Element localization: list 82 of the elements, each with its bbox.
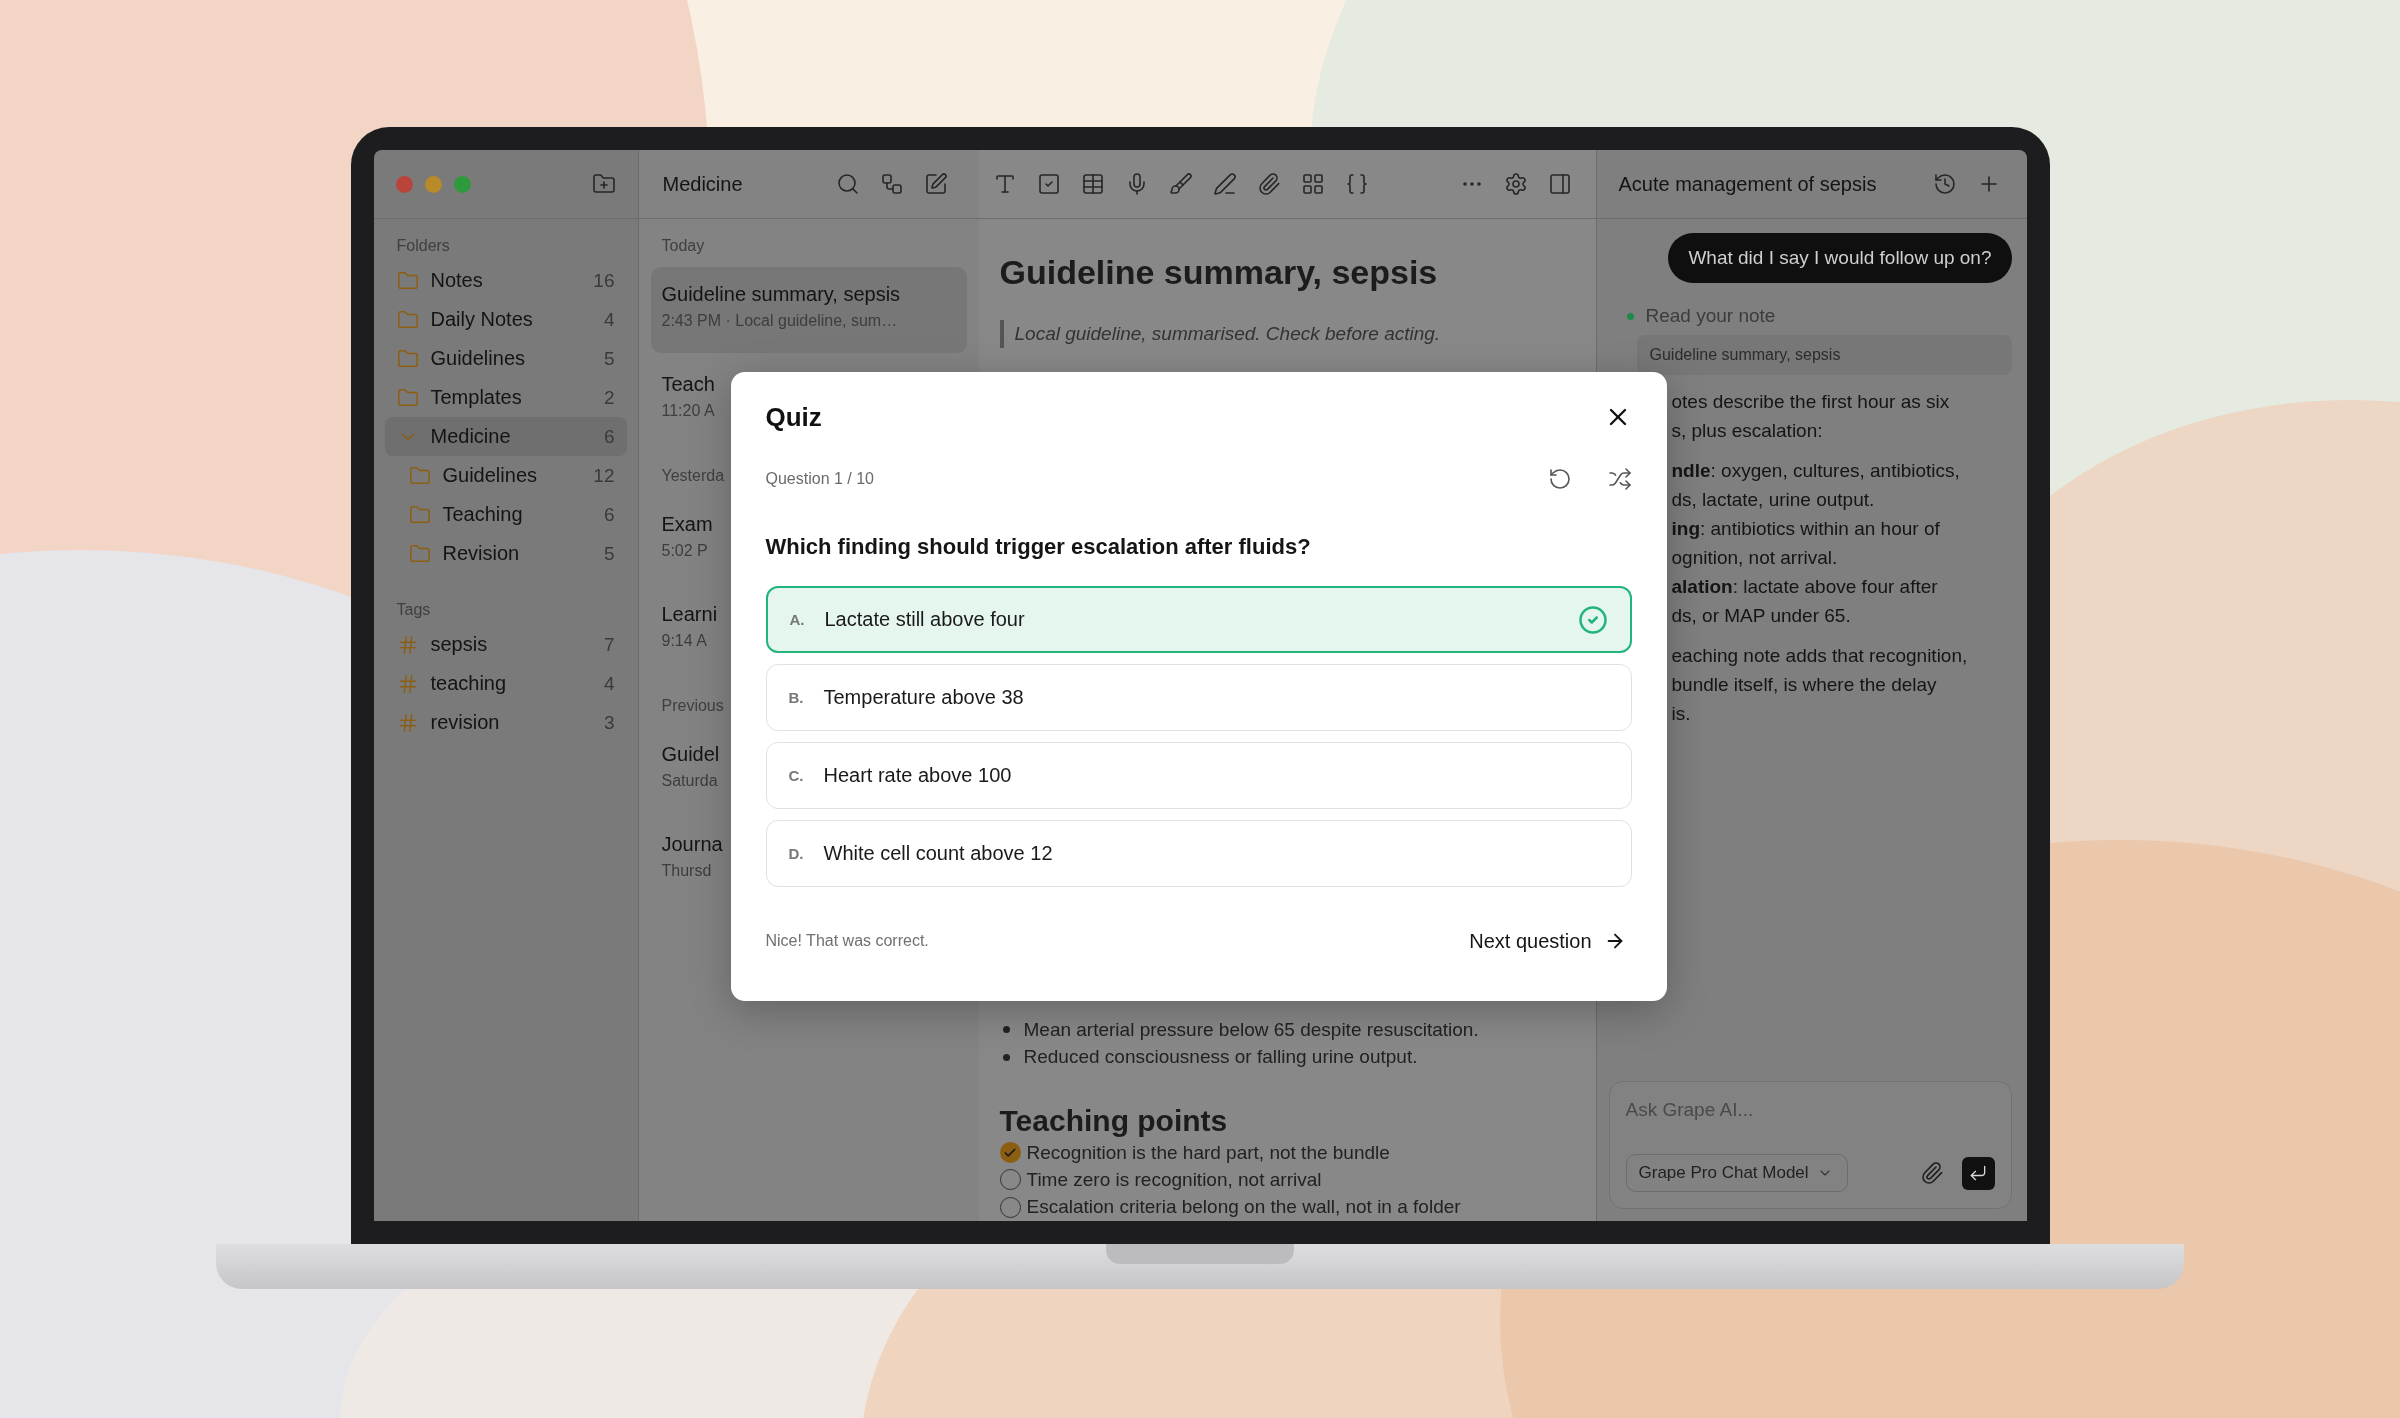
reply-line: ognition, not arrival. (1671, 546, 1839, 570)
dialog-title: Quiz (765, 401, 822, 433)
checkbox-icon[interactable] (1036, 172, 1061, 196)
source-chip[interactable]: Guideline summary, sepsis (1636, 335, 2012, 375)
folder-icon (396, 386, 419, 409)
tag-item[interactable]: teaching 4 (384, 664, 627, 703)
checkbox[interactable] (999, 1142, 1021, 1164)
reply-line: bundle itself, is where the delay (1671, 673, 1938, 697)
compose-icon[interactable] (923, 172, 948, 196)
group-label: Yesterda (660, 466, 726, 486)
answer-option[interactable]: C. Heart rate above 100 (765, 742, 1632, 809)
braces-icon[interactable] (1344, 172, 1369, 196)
folder-title: Medicine (662, 172, 743, 196)
tag-item[interactable]: revision 3 (384, 703, 627, 742)
paperclip-icon[interactable] (1256, 172, 1281, 196)
reply-line: is. (1671, 702, 1692, 726)
answer-option[interactable]: B. Temperature above 38 (765, 664, 1632, 731)
pen-icon[interactable] (1212, 172, 1237, 196)
folder-item[interactable]: Revision 5 (384, 534, 627, 573)
brush-icon[interactable] (1168, 172, 1193, 196)
folder-item[interactable]: Teaching 6 (384, 495, 627, 534)
chat-input[interactable]: Ask Grape AI... (1625, 1096, 1995, 1124)
reply-line: ds, or MAP under 65. (1671, 604, 1852, 628)
block-quote: Local guideline, summarised. Check before acting. (999, 320, 1575, 348)
status-dot (1626, 312, 1634, 320)
chat-title: Acute management of sepsis (1618, 172, 1877, 196)
folder-item[interactable]: Notes 16 (384, 261, 627, 300)
restart-icon[interactable] (1547, 467, 1572, 491)
check-circle-icon (1577, 604, 1608, 635)
sidebar-icon[interactable] (1547, 172, 1572, 196)
enter-icon (1968, 1163, 1988, 1183)
send-button[interactable] (1961, 1156, 1995, 1190)
folder-item[interactable]: Templates 2 (384, 378, 627, 417)
grid-icon[interactable] (1300, 172, 1325, 196)
section-label: Folders (395, 236, 451, 256)
group-label: Previous (660, 696, 725, 716)
folder-icon (408, 464, 431, 487)
checklist-text: Time zero is recognition, not arrival (1026, 1169, 1322, 1191)
note-title: Guideline summary, sepsis (999, 252, 1439, 292)
note-item[interactable]: Guideline summary, sepsis 2:43 PM · Local guideline, sum… (650, 267, 967, 353)
history-icon[interactable] (1932, 172, 1957, 196)
checklist-text: Recognition is the hard part, not the bundle (1026, 1141, 1390, 1164)
group-label: Today (660, 236, 706, 256)
reply-line: ds, lactate, urine output. (1671, 488, 1876, 512)
reply-line: ndle: oxygen, cultures, antibiotics, (1671, 459, 1961, 483)
table-icon[interactable] (1080, 172, 1105, 196)
section-label: Tags (395, 600, 432, 620)
bullet-text: Mean arterial pressure below 65 despite resuscitation. (1023, 1018, 1479, 1041)
answer-option[interactable]: D. White cell count above 12 (765, 820, 1632, 887)
next-question-button[interactable]: Next question (1469, 929, 1632, 953)
reply-line: alation: lactate above four after (1671, 575, 1939, 599)
answer-option[interactable]: A. Lactate still above four (765, 586, 1632, 653)
section-heading: Teaching points (999, 1103, 1229, 1139)
step-label: Read your note (1645, 305, 1776, 327)
reply-line: s, plus escalation: (1671, 419, 1824, 443)
bullet-dot (1002, 1026, 1010, 1034)
folder-icon (396, 308, 419, 331)
shuffle-icon[interactable] (1607, 467, 1632, 491)
folder-item[interactable]: Guidelines 5 (384, 339, 627, 378)
folder-icon (408, 503, 431, 526)
nodes-icon[interactable] (879, 172, 904, 196)
question-counter: Question 1 / 10 (765, 470, 874, 488)
folder-icon (396, 347, 419, 370)
folder-plus-icon[interactable] (591, 172, 616, 196)
folder-item[interactable]: Guidelines 12 (384, 456, 627, 495)
reply-line: eaching note adds that recognition, (1671, 644, 1969, 668)
tag-item[interactable]: sepsis 7 (384, 625, 627, 664)
question-text: Which finding should trigger escalation after fluids? (765, 533, 1312, 561)
folder-icon (396, 269, 419, 292)
settings-icon[interactable] (1503, 172, 1528, 196)
bullet-dot (1002, 1053, 1010, 1061)
user-message: What did I say I would follow up on? (1668, 233, 2012, 283)
folder-icon (408, 542, 431, 565)
model-select[interactable]: Grape Pro Chat Model (1625, 1154, 1848, 1192)
reply-line: ing: antibiotics within an hour of (1671, 517, 1941, 541)
search-icon[interactable] (835, 172, 860, 196)
bullet-text: Reduced consciousness or falling urine output. (1023, 1046, 1418, 1069)
checklist-text: Escalation criteria belong on the wall, not in a folder (1026, 1196, 1461, 1219)
feedback-text: Nice! That was correct. (765, 932, 929, 950)
folder-item[interactable]: Daily Notes 4 (384, 300, 627, 339)
paperclip-icon[interactable] (1919, 1161, 1944, 1185)
reply-line: otes describe the first hour as six (1671, 390, 1951, 414)
